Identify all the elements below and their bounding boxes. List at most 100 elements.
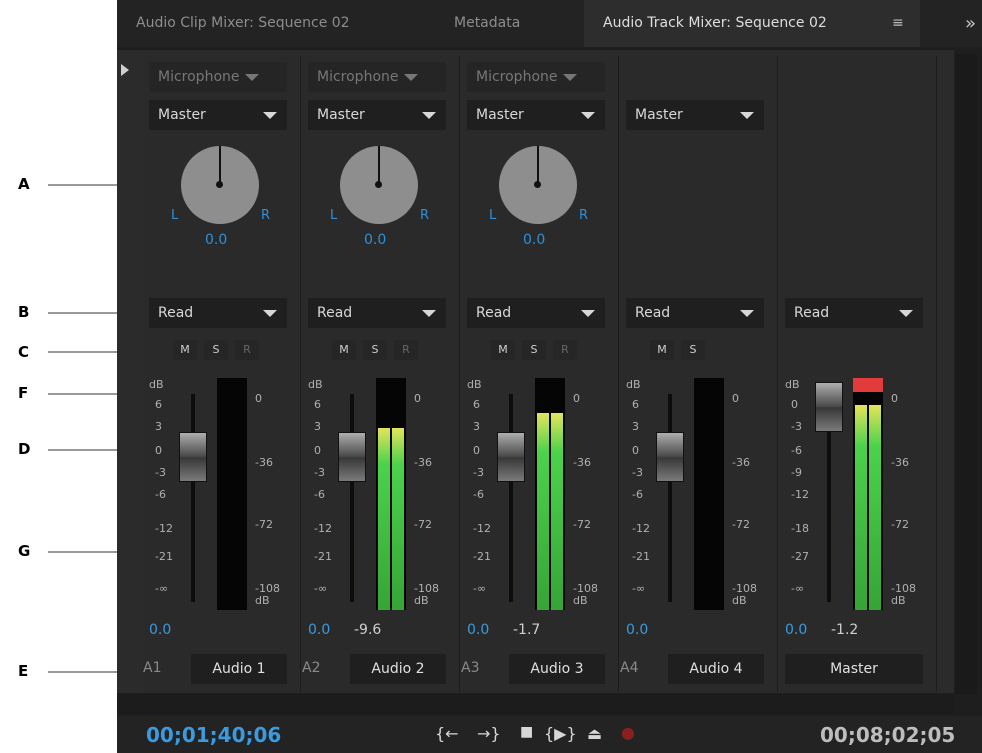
db-scale-label: -12 bbox=[473, 522, 491, 535]
solo-button[interactable]: S bbox=[681, 340, 705, 360]
track-name-field[interactable]: Audio 2 bbox=[350, 654, 446, 684]
output-dropdown[interactable]: Master bbox=[467, 100, 605, 130]
level-meter bbox=[535, 378, 565, 610]
sequence-duration-display: 00;08;02;05 bbox=[820, 723, 956, 747]
mute-button[interactable]: M bbox=[491, 340, 515, 360]
meter-bar bbox=[869, 405, 881, 610]
meter-bar bbox=[537, 413, 549, 610]
chevron-down-icon bbox=[563, 74, 577, 81]
meter-scale-label: -36 bbox=[573, 456, 591, 469]
volume-value[interactable]: 0.0 bbox=[149, 622, 171, 638]
volume-fader-handle[interactable] bbox=[815, 382, 843, 432]
play-in-to-out-button[interactable]: {▶} bbox=[544, 724, 577, 743]
pan-left-label: L bbox=[171, 208, 179, 223]
output-label: Master bbox=[635, 107, 683, 123]
output-label: Master bbox=[317, 107, 365, 123]
db-scale-label: 6 bbox=[155, 398, 162, 411]
input-dropdown[interactable]: Microphone bbox=[149, 62, 287, 92]
track-name-field[interactable]: Audio 1 bbox=[191, 654, 287, 684]
tab-audio-clip-mixer[interactable]: Audio Clip Mixer: Sequence 02 bbox=[136, 0, 350, 47]
clip-indicator[interactable] bbox=[853, 378, 883, 392]
chevron-down-icon bbox=[581, 310, 595, 317]
record-enable-button[interactable]: R bbox=[553, 340, 577, 360]
pan-right-label: R bbox=[261, 208, 271, 223]
db-scale-label: -3 bbox=[632, 466, 643, 479]
track-name-field[interactable]: Master bbox=[785, 654, 923, 684]
db-scale-label: -21 bbox=[632, 550, 650, 563]
volume-fader-track[interactable] bbox=[509, 394, 513, 602]
db-scale-label: -21 bbox=[314, 550, 332, 563]
go-to-in-point-button[interactable]: {← bbox=[435, 724, 459, 743]
go-to-out-point-button[interactable]: →} bbox=[477, 724, 501, 743]
current-time-display[interactable]: 00;01;40;06 bbox=[146, 723, 281, 747]
mute-button[interactable]: M bbox=[650, 340, 674, 360]
loop-button[interactable]: ⏏ bbox=[587, 724, 602, 743]
mute-button[interactable]: M bbox=[332, 340, 356, 360]
volume-fader-track[interactable] bbox=[668, 394, 672, 602]
pan-value[interactable]: 0.0 bbox=[523, 232, 545, 248]
solo-button[interactable]: S bbox=[204, 340, 228, 360]
volume-fader-handle[interactable] bbox=[179, 432, 207, 482]
pan-value[interactable]: 0.0 bbox=[205, 232, 227, 248]
volume-value[interactable]: 0.0 bbox=[785, 622, 807, 638]
overflow-chevron-icon[interactable]: » bbox=[965, 0, 976, 47]
db-scale-label: -12 bbox=[314, 522, 332, 535]
vertical-scrollbar[interactable] bbox=[955, 54, 977, 694]
volume-fader-handle[interactable] bbox=[656, 432, 684, 482]
automation-mode-dropdown[interactable]: Read bbox=[308, 298, 446, 328]
solo-button[interactable]: S bbox=[363, 340, 387, 360]
volume-value[interactable]: 0.0 bbox=[626, 622, 648, 638]
track-number: A4 bbox=[620, 660, 639, 676]
meter-scale-label: dB bbox=[255, 594, 270, 607]
automation-mode-dropdown[interactable]: Read bbox=[467, 298, 605, 328]
channel-strip: Microphone Master L R 0.0 Read M S RdB 6 3 0 -3 -6 -12… bbox=[143, 56, 301, 692]
annotation-f: F bbox=[18, 384, 29, 402]
pan-knob[interactable] bbox=[499, 146, 577, 224]
pan-value[interactable]: 0.0 bbox=[364, 232, 386, 248]
panel-menu-icon[interactable]: ≡ bbox=[892, 0, 904, 47]
meter-scale-label: dB bbox=[732, 594, 747, 607]
volume-fader-handle[interactable] bbox=[497, 432, 525, 482]
meter-scale-label: dB bbox=[414, 594, 429, 607]
chevron-down-icon bbox=[422, 112, 436, 119]
automation-mode-dropdown[interactable]: Read bbox=[149, 298, 287, 328]
automation-mode-dropdown[interactable]: Read bbox=[626, 298, 764, 328]
output-dropdown[interactable]: Master bbox=[149, 100, 287, 130]
channel-strip: Microphone Master L R 0.0 Read M S RdB 6 3 0 -3 -6 -12… bbox=[461, 56, 619, 692]
expand-triangle-icon[interactable] bbox=[121, 64, 129, 76]
tab-audio-track-mixer[interactable]: Audio Track Mixer: Sequence 02 ≡ bbox=[584, 0, 920, 47]
track-name-field[interactable]: Audio 4 bbox=[668, 654, 764, 684]
solo-button[interactable]: S bbox=[522, 340, 546, 360]
output-dropdown[interactable]: Master bbox=[308, 100, 446, 130]
pan-knob-center bbox=[216, 181, 223, 188]
tab-metadata[interactable]: Metadata bbox=[454, 0, 520, 47]
input-label: Microphone bbox=[317, 69, 399, 85]
db-scale-label: -6 bbox=[314, 488, 325, 501]
record-enable-button[interactable]: R bbox=[235, 340, 259, 360]
track-name-field[interactable]: Audio 3 bbox=[509, 654, 605, 684]
horizontal-scrollbar[interactable] bbox=[117, 694, 955, 714]
pan-knob[interactable] bbox=[181, 146, 259, 224]
channel-strip: Master Read M SdB 6 3 0 -3 -6 -12 -21 -∞ 0 -36 -72 -108… bbox=[620, 56, 778, 692]
db-scale-label: 6 bbox=[314, 398, 321, 411]
pan-knob[interactable] bbox=[340, 146, 418, 224]
automation-mode-dropdown[interactable]: Read bbox=[785, 298, 923, 328]
record-button[interactable]: ● bbox=[621, 723, 635, 742]
volume-value[interactable]: 0.0 bbox=[308, 622, 330, 638]
stop-button[interactable]: ■ bbox=[520, 724, 533, 740]
db-scale-label: -21 bbox=[155, 550, 173, 563]
volume-fader-track[interactable] bbox=[350, 394, 354, 602]
mute-button[interactable]: M bbox=[173, 340, 197, 360]
volume-value[interactable]: 0.0 bbox=[467, 622, 489, 638]
output-dropdown[interactable]: Master bbox=[626, 100, 764, 130]
meter-scale-label: 0 bbox=[573, 392, 580, 405]
volume-fader-track[interactable] bbox=[191, 394, 195, 602]
input-dropdown[interactable]: Microphone bbox=[467, 62, 605, 92]
transport-bar: 00;01;40;06 {← →} ■ {▶} ⏏ ● 00;08;02;05 bbox=[117, 716, 982, 753]
meter-scale-label: 0 bbox=[732, 392, 739, 405]
db-scale-label: -6 bbox=[473, 488, 484, 501]
pan-left-label: L bbox=[330, 208, 338, 223]
volume-fader-handle[interactable] bbox=[338, 432, 366, 482]
record-enable-button[interactable]: R bbox=[394, 340, 418, 360]
input-dropdown[interactable]: Microphone bbox=[308, 62, 446, 92]
